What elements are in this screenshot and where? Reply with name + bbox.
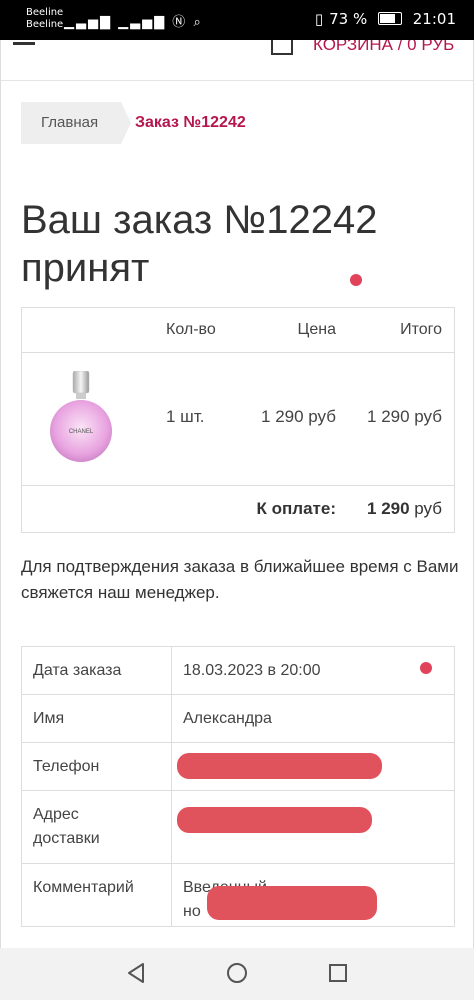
address-value xyxy=(172,791,454,803)
info-row-date: Дата заказа 18.03.2023 в 20:00 xyxy=(22,647,454,695)
address-label-line2: доставки xyxy=(33,830,100,847)
breadcrumb-arrow xyxy=(121,102,131,144)
nfc-icon: Ⓝ xyxy=(172,15,188,30)
payment-amount-value: 1 290 xyxy=(367,499,410,518)
info-row-comment: Комментарий Введенный но xyxy=(22,864,454,926)
page-title: Ваш заказ №12242 принят xyxy=(21,198,378,290)
order-total-row: К оплате: 1 290 руб xyxy=(22,486,454,532)
breadcrumb-home[interactable]: Главная xyxy=(21,102,121,144)
recents-icon[interactable] xyxy=(327,962,349,984)
breadcrumb-current: Заказ №12242 xyxy=(135,114,246,131)
red-dot-marker-2 xyxy=(420,662,432,674)
date-label: Дата заказа xyxy=(22,647,172,694)
payment-amount: 1 290 руб xyxy=(367,499,442,519)
web-page: КОРЗИНА / 0 РУБ Главная Заказ №12242 Ваш… xyxy=(0,40,474,948)
phone-label: Телефон xyxy=(22,743,172,790)
signal-icon: ▁▃▅▇ xyxy=(64,15,112,30)
order-table-header: Кол-во Цена Итого xyxy=(22,308,454,353)
vibrate-icon: ▯ xyxy=(314,10,324,28)
red-dot-marker xyxy=(350,274,362,286)
info-row-name: Имя Александра xyxy=(22,695,454,743)
home-icon[interactable] xyxy=(226,962,248,984)
address-label-line1: Адрес xyxy=(33,806,79,823)
date-value: 18.03.2023 в 20:00 xyxy=(183,662,321,679)
clock: 21:01 xyxy=(412,10,456,28)
confirmation-text: Для подтверждения заказа в ближайшее вре… xyxy=(21,557,459,602)
order-item-row: CHANEL 1 шт. 1 290 руб 1 290 руб xyxy=(22,353,454,486)
info-row-phone: Телефон xyxy=(22,743,454,791)
product-brand: CHANEL xyxy=(69,429,94,435)
header-total: Итого xyxy=(400,321,442,338)
item-qty: 1 шт. xyxy=(166,407,205,426)
comment-label: Комментарий xyxy=(22,864,172,926)
system-nav-bar xyxy=(0,948,474,1000)
cart-icon[interactable] xyxy=(269,40,295,56)
name-label: Имя xyxy=(22,695,172,742)
payment-currency: руб xyxy=(414,499,442,518)
address-label: Адрес доставки xyxy=(22,791,172,863)
status-bar: Beeline Beeline ▁▃▅▇ ▁▃▅▇ Ⓝ ⌕ ▯ 73 % 21:0… xyxy=(0,0,474,40)
header-qty: Кол-во xyxy=(166,321,216,338)
signal-icon-2: ▁▃▅▇ xyxy=(118,15,167,30)
status-right: ▯ 73 % 21:01 xyxy=(309,10,456,28)
carrier-2: Beeline xyxy=(26,19,64,30)
phone-redaction xyxy=(177,753,382,779)
cart-link[interactable]: КОРЗИНА / 0 РУБ xyxy=(313,40,454,55)
product-image[interactable]: CHANEL xyxy=(46,371,116,465)
battery-icon xyxy=(377,12,402,25)
payment-label: К оплате: xyxy=(256,499,336,518)
order-table: Кол-во Цена Итого CHANEL 1 шт. 1 290 руб… xyxy=(21,307,455,533)
info-row-address: Адрес доставки xyxy=(22,791,454,864)
comment-redaction xyxy=(207,886,377,920)
search-icon: ⌕ xyxy=(193,15,203,30)
battery-percent: 73 % xyxy=(329,10,368,28)
item-price: 1 290 руб xyxy=(261,407,336,426)
header-price: Цена xyxy=(297,321,336,338)
item-total: 1 290 руб xyxy=(367,407,442,426)
address-redaction xyxy=(177,807,372,833)
back-icon[interactable] xyxy=(125,962,147,984)
carrier-info: Beeline Beeline xyxy=(26,7,63,31)
order-info-table: Дата заказа 18.03.2023 в 20:00 Имя Алекс… xyxy=(21,646,455,927)
menu-icon[interactable] xyxy=(13,42,35,45)
name-value: Александра xyxy=(183,710,272,727)
carrier-1: Beeline xyxy=(26,7,64,18)
signal-icons: ▁▃▅▇ ▁▃▅▇ Ⓝ ⌕ xyxy=(64,11,203,30)
site-header: КОРЗИНА / 0 РУБ xyxy=(1,40,473,81)
